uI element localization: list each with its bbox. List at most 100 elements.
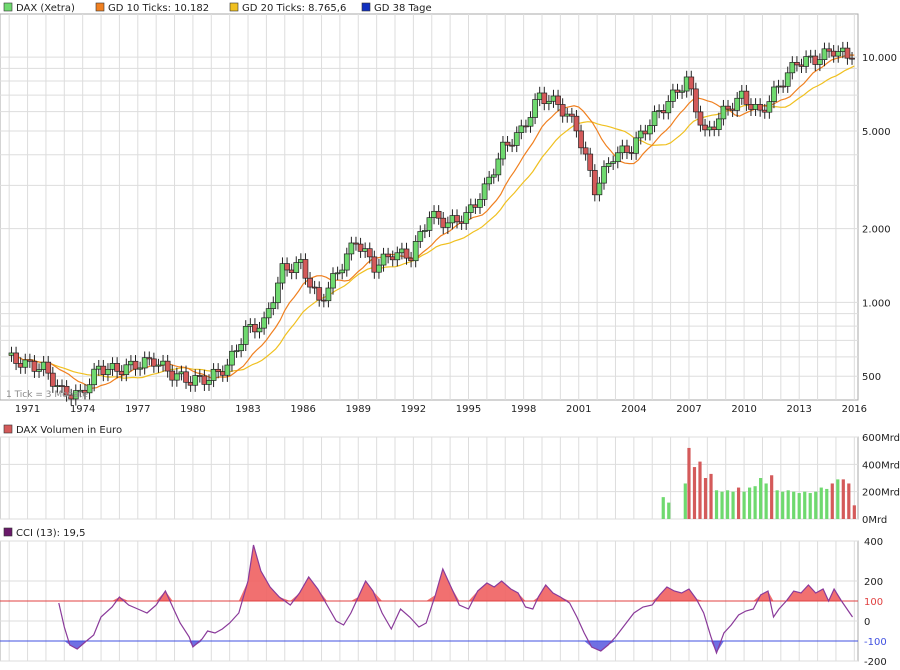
- volume-bar: [667, 502, 671, 519]
- candle-body: [803, 56, 809, 67]
- volume-bar: [781, 491, 785, 519]
- price-y-tick-label: 10.000: [862, 53, 897, 64]
- candle-body: [173, 373, 180, 381]
- price-x-tick-label: 1977: [125, 404, 150, 415]
- candle-body: [582, 147, 589, 155]
- price-x-tick-label: 2013: [786, 404, 811, 415]
- candle-body: [417, 231, 424, 242]
- cci-y-tick-label: 400: [864, 537, 883, 548]
- candle-body: [275, 282, 281, 304]
- candle-body: [734, 97, 741, 111]
- volume-bar: [698, 461, 702, 519]
- candle-body: [605, 163, 612, 167]
- candle-body: [757, 104, 764, 111]
- candle-body: [330, 273, 336, 289]
- volume-bar: [748, 487, 752, 519]
- candle-body: [486, 176, 493, 185]
- candle-body: [270, 302, 277, 309]
- price-y-tick-label: 5.000: [862, 127, 891, 138]
- volume-bar: [825, 488, 829, 519]
- volume-bar: [683, 483, 687, 519]
- volume-bar: [764, 483, 768, 519]
- volume-y-tick-label: 0Mrd: [862, 515, 887, 526]
- candle-body: [849, 57, 855, 60]
- volume-title: DAX Volumen in Euro: [16, 425, 122, 436]
- candle-body: [835, 51, 842, 57]
- candle-body: [215, 368, 222, 373]
- volume-bar: [725, 490, 730, 519]
- candle-body: [555, 95, 561, 105]
- volume-bar: [731, 491, 735, 519]
- price-x-tick-label: 1989: [346, 404, 371, 415]
- candle-body: [651, 111, 658, 126]
- candle-body: [513, 132, 520, 146]
- candle-body: [229, 350, 235, 366]
- candle-body: [614, 152, 621, 163]
- candle-body: [463, 212, 470, 224]
- volume-bar: [819, 487, 823, 519]
- candle-body: [573, 115, 580, 132]
- price-x-tick-label: 1998: [511, 404, 536, 415]
- volume-bar: [736, 487, 741, 519]
- volume-bar: [847, 483, 851, 519]
- candle-body: [527, 117, 534, 127]
- candle-body: [697, 111, 704, 126]
- candle-body: [844, 47, 851, 59]
- candle-body: [302, 259, 309, 279]
- cci-y-tick-label: -200: [864, 657, 887, 668]
- candle-body: [587, 153, 594, 171]
- price-x-tick-label: 1986: [290, 404, 315, 415]
- candle-body: [13, 352, 19, 364]
- candle-body: [596, 182, 603, 196]
- candle-body: [624, 145, 630, 153]
- candle-body: [123, 364, 130, 375]
- price-x-tick-label: 1983: [235, 404, 260, 415]
- candle-body: [725, 105, 731, 110]
- volume-bar: [687, 447, 691, 519]
- legend-gd20-swatch: [229, 2, 239, 12]
- candle-body: [532, 99, 538, 118]
- candle-body: [183, 371, 189, 383]
- candle-body: [238, 344, 244, 352]
- candle-body: [578, 130, 584, 149]
- candle-body: [688, 76, 695, 90]
- volume-bar: [775, 490, 779, 519]
- price-x-tick-label: 1971: [15, 404, 40, 415]
- candle-body: [206, 380, 212, 385]
- cci-oversold-fill: [58, 641, 853, 653]
- volume-bar: [792, 491, 796, 519]
- price-x-tick-label: 1974: [70, 404, 95, 415]
- volume-bar: [830, 483, 834, 519]
- candle-body: [325, 287, 332, 302]
- volume-bar: [836, 479, 840, 519]
- volume-bar: [714, 490, 719, 519]
- candle-body: [91, 368, 98, 386]
- price-x-ticks: 1971 1974 1977 1980 1983 1986 1989 1992 1995 1998…: [15, 404, 867, 415]
- volume-bar: [692, 467, 697, 519]
- cci-y-ticks: 400 200 100 0 -100 -200: [864, 537, 887, 668]
- candle-body: [794, 62, 800, 66]
- volume-bar: [841, 479, 845, 519]
- candle-body: [242, 326, 249, 345]
- candle-body: [817, 59, 823, 65]
- candle-body: [412, 241, 419, 262]
- volume-bar: [720, 491, 724, 519]
- candle-body: [316, 287, 323, 301]
- candle-body: [693, 88, 699, 113]
- candle-body: [454, 215, 460, 223]
- volume-bar: [709, 473, 713, 519]
- price-x-tick-label: 2004: [621, 404, 646, 415]
- cci-overbought-fill: [58, 545, 853, 601]
- volume-bar: [814, 491, 818, 519]
- volume-panel: DAX Volumen in Euro 0Mrd 200Mrd 400Mrd 600M…: [0, 424, 900, 526]
- candle-body: [766, 101, 773, 113]
- price-y-tick-label: 1.000: [862, 298, 891, 309]
- candle-body: [45, 361, 52, 374]
- candle-body: [49, 372, 56, 387]
- candle-body: [481, 183, 488, 200]
- volume-bar: [797, 493, 801, 519]
- legend-gd38-label: GD 38 Tage: [374, 3, 432, 14]
- candle-body: [114, 363, 120, 372]
- price-x-tick-label: 1980: [180, 404, 205, 415]
- volume-bar: [753, 486, 757, 519]
